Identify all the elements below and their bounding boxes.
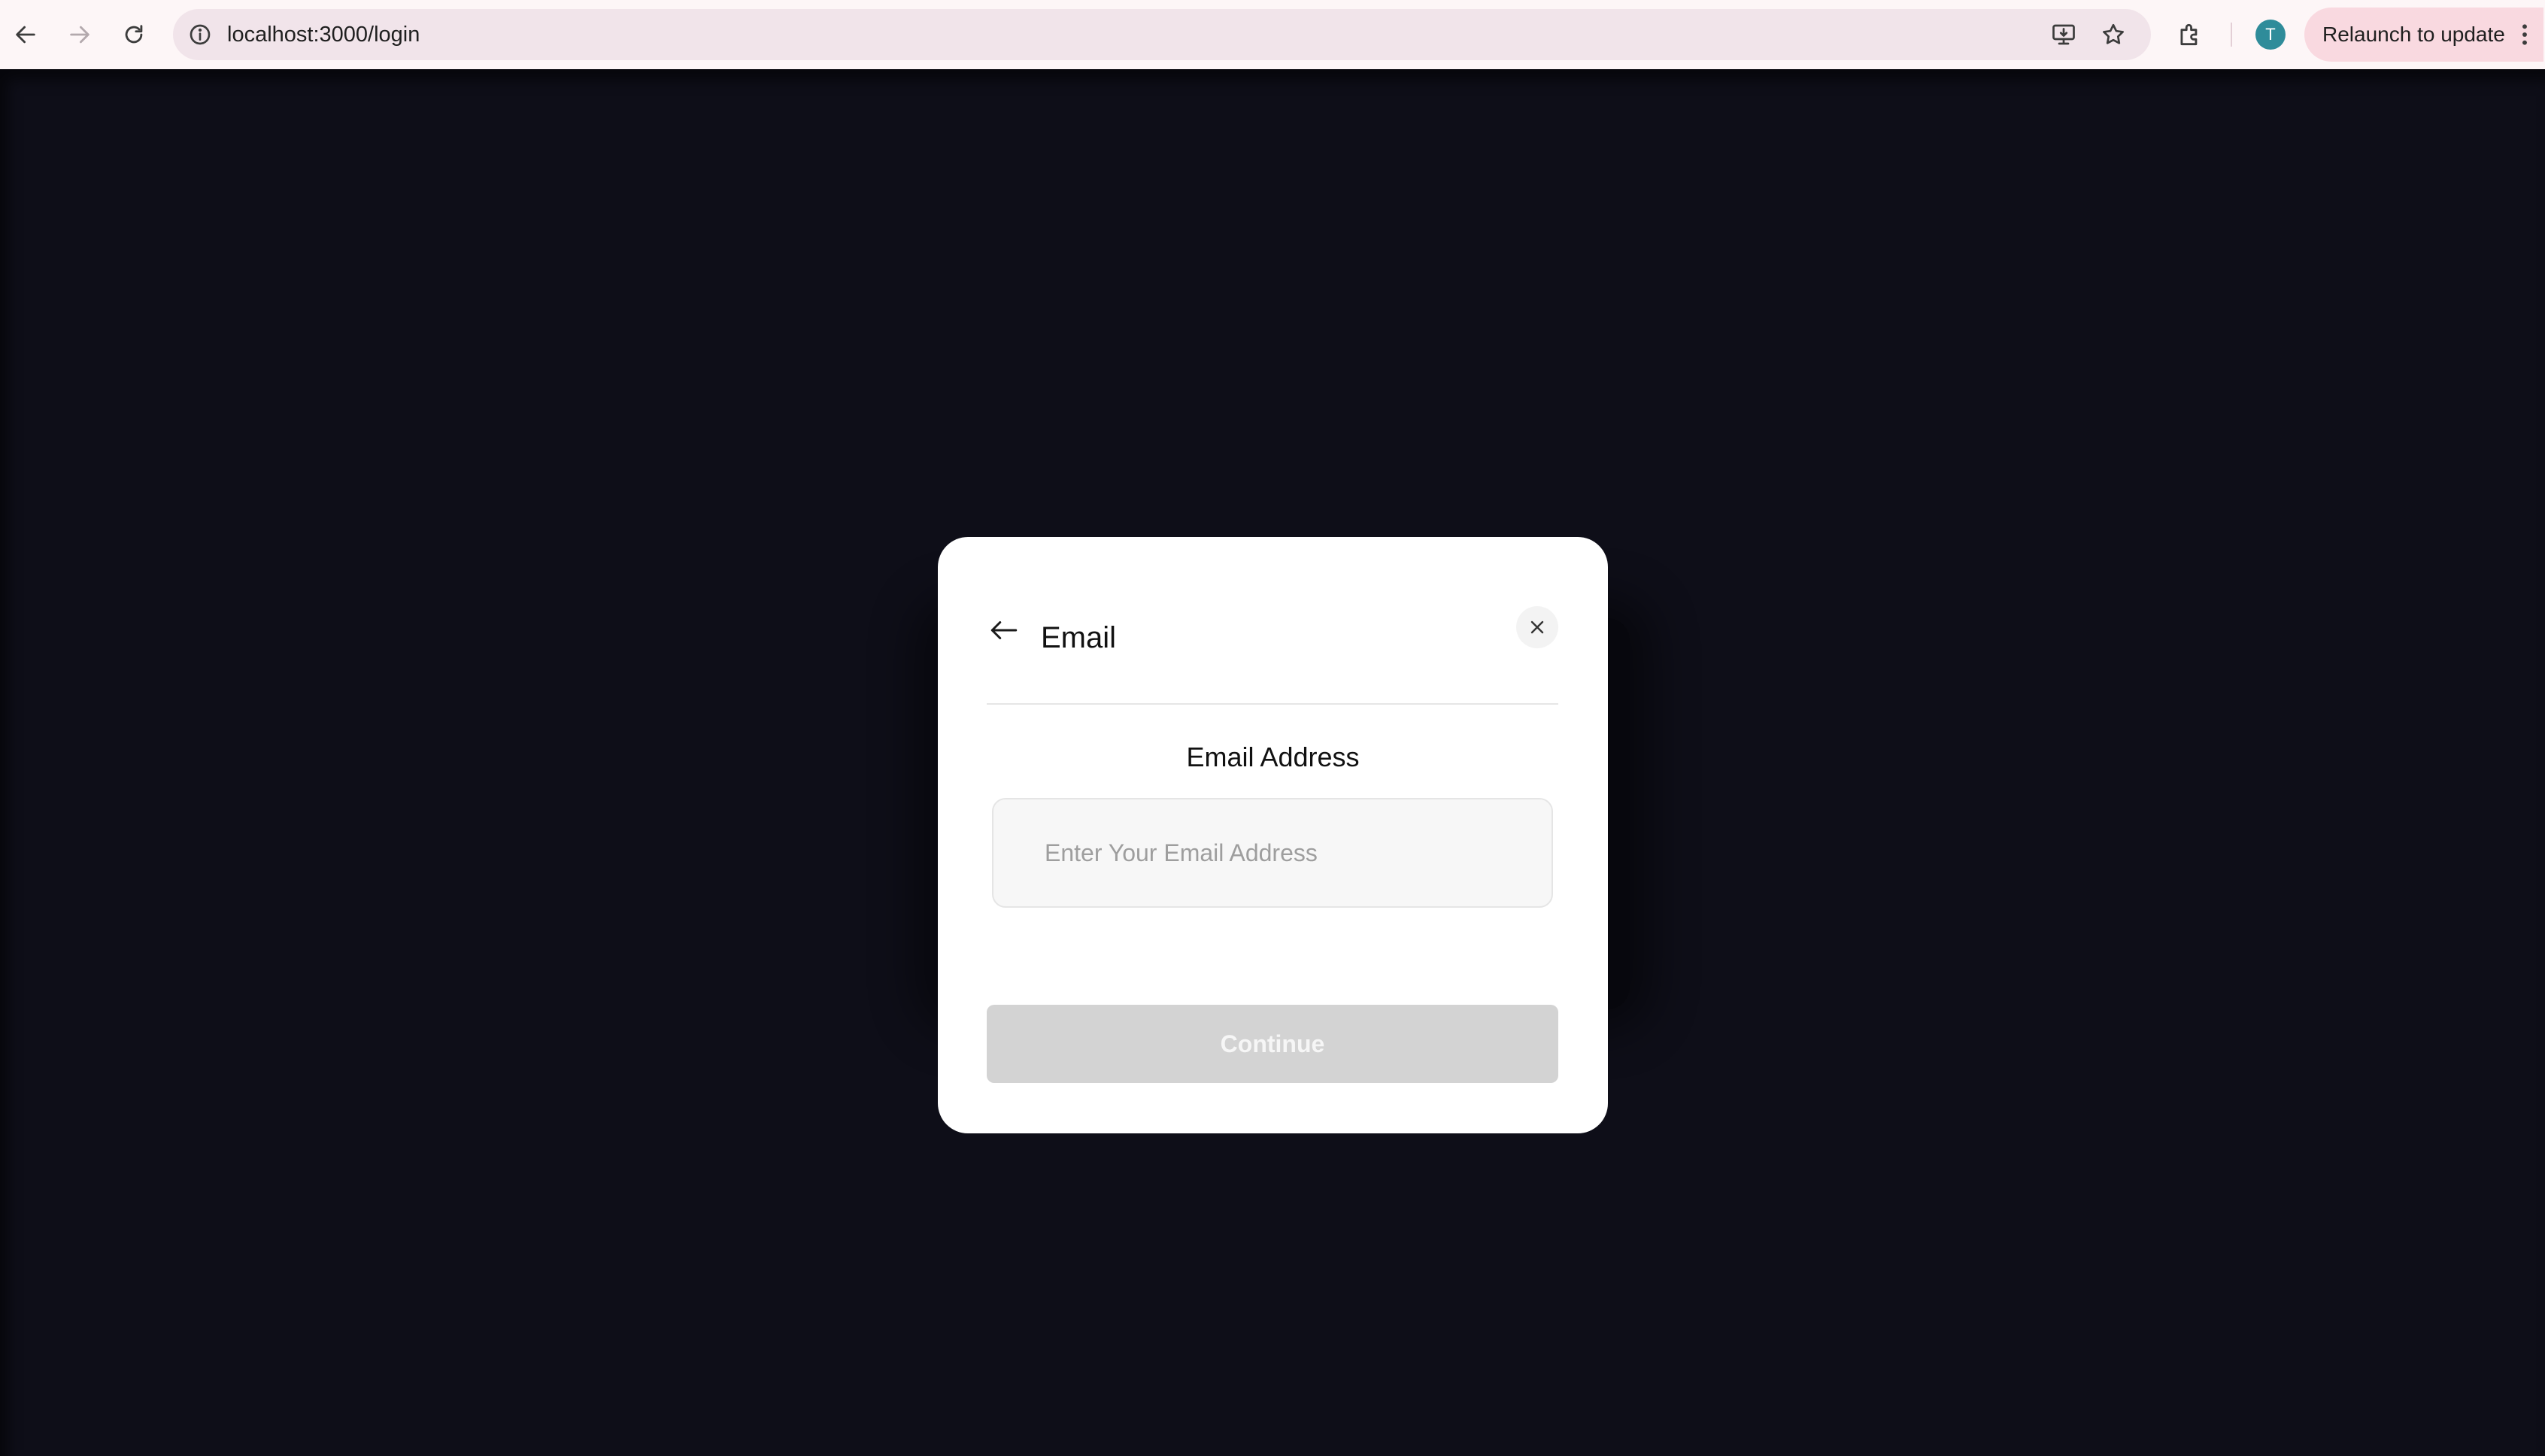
close-icon [1530,620,1544,634]
email-field[interactable] [992,798,1553,908]
kebab-menu-icon[interactable] [2516,20,2534,50]
email-login-modal: Email Email Address Continue [938,537,1608,1133]
info-icon[interactable] [185,20,215,50]
back-button[interactable] [8,17,44,53]
arrow-left-icon [990,621,1018,639]
reload-icon [125,25,143,44]
forward-arrow-icon [70,26,89,44]
modal-title: Email [1041,621,1117,654]
toolbar-separator [2231,23,2232,47]
forward-button[interactable] [62,17,98,53]
star-icon[interactable] [2098,20,2128,50]
modal-close-button[interactable] [1516,606,1558,648]
puzzle-icon[interactable] [2173,18,2207,51]
modal-back-button[interactable] [983,609,1025,651]
url-text[interactable]: localhost:3000/login [227,23,2049,47]
address-bar[interactable]: localhost:3000/login [173,9,2151,60]
continue-button[interactable]: Continue [987,1005,1558,1083]
relaunch-button[interactable]: Relaunch to update [2304,8,2543,62]
install-app-icon[interactable] [2049,20,2079,50]
header-divider [987,703,1558,705]
reload-button[interactable] [116,17,152,53]
email-field-label: Email Address [1186,742,1360,772]
address-bar-actions [2049,20,2128,50]
back-arrow-icon [16,26,35,44]
avatar[interactable]: T [2255,20,2286,50]
page-viewport: Email Email Address Continue [0,69,2545,1456]
browser-toolbar: localhost:3000/login T Relaunch to updat… [0,0,2545,69]
relaunch-label: Relaunch to update [2322,23,2505,46]
